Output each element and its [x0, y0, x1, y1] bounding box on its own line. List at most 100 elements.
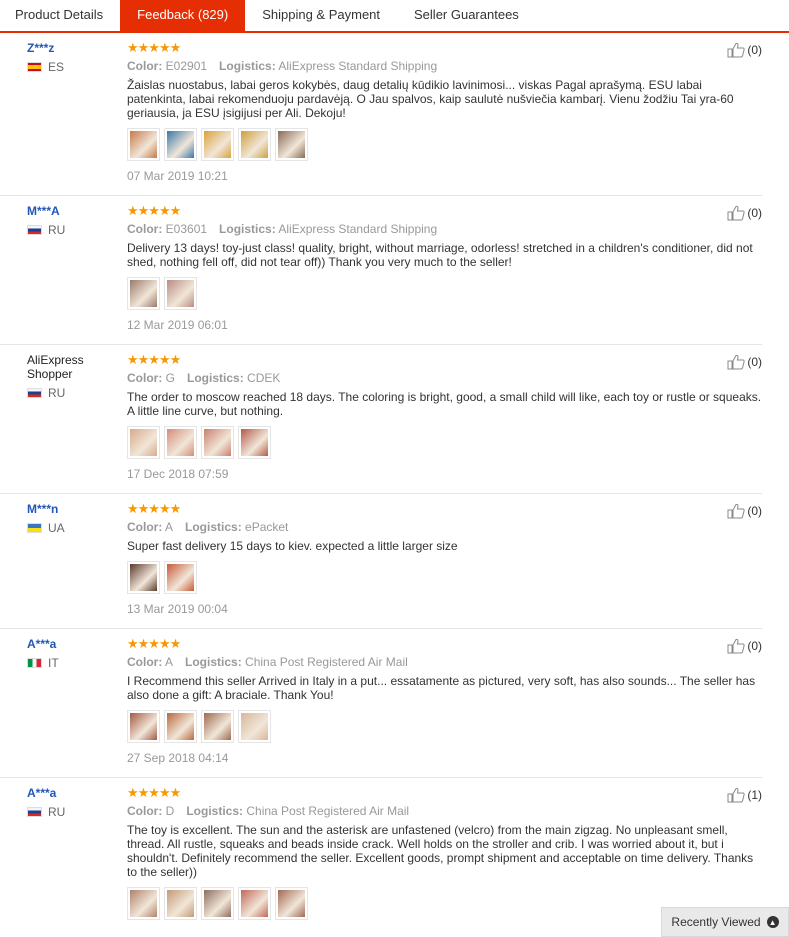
helpful-count: (0) [747, 43, 762, 57]
tab-shipping-payment[interactable]: Shipping & Payment [245, 0, 397, 31]
reviewer-country: UA [27, 521, 122, 535]
review-photos [127, 128, 762, 161]
helpful-button[interactable]: (0) [727, 638, 762, 654]
review-photo[interactable] [164, 561, 197, 594]
review-date: 17 Dec 2018 07:59 [127, 467, 229, 481]
review-photo[interactable] [238, 710, 271, 743]
rating-stars: ★★★★★ [127, 785, 181, 800]
review-photos [127, 561, 762, 594]
helpful-button[interactable]: (0) [727, 42, 762, 58]
review-date: 13 Mar 2019 00:04 [127, 602, 228, 616]
country-code: RU [48, 805, 66, 819]
flag-ru-icon [27, 225, 42, 235]
reviewer-info: A***a RU [27, 786, 122, 819]
feedback-list: Z***z ES (0) ★★★★★ Color: E02901 Logistics: A… [0, 33, 789, 937]
review-photo[interactable] [238, 426, 271, 459]
order-info: Color: A Logistics: ePacket [127, 520, 762, 534]
helpful-button[interactable]: (0) [727, 205, 762, 221]
review-photo[interactable] [238, 887, 271, 920]
review-photo[interactable] [275, 887, 308, 920]
review-photo[interactable] [275, 128, 308, 161]
color-label: Color: [127, 804, 163, 818]
helpful-button[interactable]: (0) [727, 354, 762, 370]
rating-stars: ★★★★★ [127, 501, 181, 516]
order-info: Color: E02901 Logistics: AliExpress Stand… [127, 59, 762, 73]
country-code: RU [48, 386, 66, 400]
reviewer-name[interactable]: M***A [27, 204, 122, 218]
reviewer-name[interactable]: A***a [27, 786, 122, 800]
helpful-button[interactable]: (1) [727, 787, 762, 803]
flag-it-icon [27, 658, 42, 668]
feedback-item: M***A RU (0) ★★★★★ Color: E03601 Logistics: A… [0, 196, 762, 345]
review-photo[interactable] [127, 887, 160, 920]
color-value: A [165, 520, 174, 534]
logistics-label: Logistics: [219, 59, 276, 73]
helpful-count: (0) [747, 504, 762, 518]
review-photo[interactable] [127, 128, 160, 161]
order-info: Color: E03601 Logistics: AliExpress Stand… [127, 222, 762, 236]
review-photo[interactable] [201, 887, 234, 920]
reviewer-name[interactable]: A***a [27, 637, 122, 651]
color-value: A [165, 655, 174, 669]
feedback-item: A***a IT (0) ★★★★★ Color: A Logistics: China … [0, 629, 762, 778]
thumbs-up-icon [727, 638, 745, 654]
review-photo[interactable] [127, 561, 160, 594]
order-info: Color: D Logistics: China Post Registered… [127, 804, 762, 818]
color-label: Color: [127, 371, 163, 385]
review-date: 27 Sep 2018 04:14 [127, 751, 229, 765]
recently-viewed-button[interactable]: Recently Viewed ▲ [661, 907, 789, 937]
feedback-item: A***a RU (1) ★★★★★ Color: D Logistics: China … [0, 778, 762, 937]
review-photo[interactable] [127, 426, 160, 459]
reviewer-country: RU [27, 386, 122, 400]
logistics-value: AliExpress Standard Shipping [278, 222, 438, 236]
review-photo[interactable] [164, 710, 197, 743]
review-photo[interactable] [127, 277, 160, 310]
review-photo[interactable] [164, 128, 197, 161]
review-photo[interactable] [201, 426, 234, 459]
reviewer-country: ES [27, 60, 122, 74]
reviewer-country: RU [27, 223, 122, 237]
thumbs-up-icon [727, 503, 745, 519]
review-photo[interactable] [164, 426, 197, 459]
review-photo[interactable] [238, 128, 271, 161]
review-photo[interactable] [201, 128, 234, 161]
tab-bar: Product Details Feedback (829) Shipping & … [0, 0, 789, 33]
review-photos [127, 710, 762, 743]
review-photo[interactable] [127, 710, 160, 743]
reviewer-name[interactable]: Z***z [27, 41, 122, 55]
review-photos [127, 277, 762, 310]
review-photo[interactable] [201, 710, 234, 743]
tab-product-details[interactable]: Product Details [0, 0, 120, 31]
review-text: The toy is excellent. The sun and the as… [127, 823, 754, 879]
color-label: Color: [127, 655, 163, 669]
review-photo[interactable] [164, 887, 197, 920]
flag-ru-icon [27, 388, 42, 398]
tab-seller-guarantees[interactable]: Seller Guarantees [397, 0, 536, 31]
logistics-value: ePacket [245, 520, 289, 534]
flag-ua-icon [27, 523, 42, 533]
review-date: 12 Mar 2019 06:01 [127, 318, 228, 332]
reviewer-country: RU [27, 805, 122, 819]
feedback-item: Z***z ES (0) ★★★★★ Color: E02901 Logistics: A… [0, 33, 762, 196]
review-photo[interactable] [164, 277, 197, 310]
color-value: G [165, 371, 176, 385]
thumbs-up-icon [727, 205, 745, 221]
flag-es-icon [27, 62, 42, 72]
reviewer-country: IT [27, 656, 122, 670]
tab-feedback-829[interactable]: Feedback (829) [120, 0, 246, 31]
chevron-up-icon: ▲ [766, 916, 779, 928]
helpful-count: (0) [747, 206, 762, 220]
logistics-label: Logistics: [186, 804, 244, 818]
thumbs-up-icon [727, 42, 745, 58]
thumbs-up-icon [727, 787, 745, 803]
rating-stars: ★★★★★ [127, 352, 181, 367]
reviewer-name[interactable]: M***n [27, 502, 122, 516]
reviewer-info: Z***z ES [27, 41, 122, 74]
helpful-count: (0) [747, 355, 762, 369]
rating-stars: ★★★★★ [127, 203, 181, 218]
country-code: UA [48, 521, 65, 535]
logistics-value: China Post Registered Air Mail [246, 804, 410, 818]
logistics-label: Logistics: [187, 371, 244, 385]
reviewer-info: M***n UA [27, 502, 122, 535]
helpful-button[interactable]: (0) [727, 503, 762, 519]
